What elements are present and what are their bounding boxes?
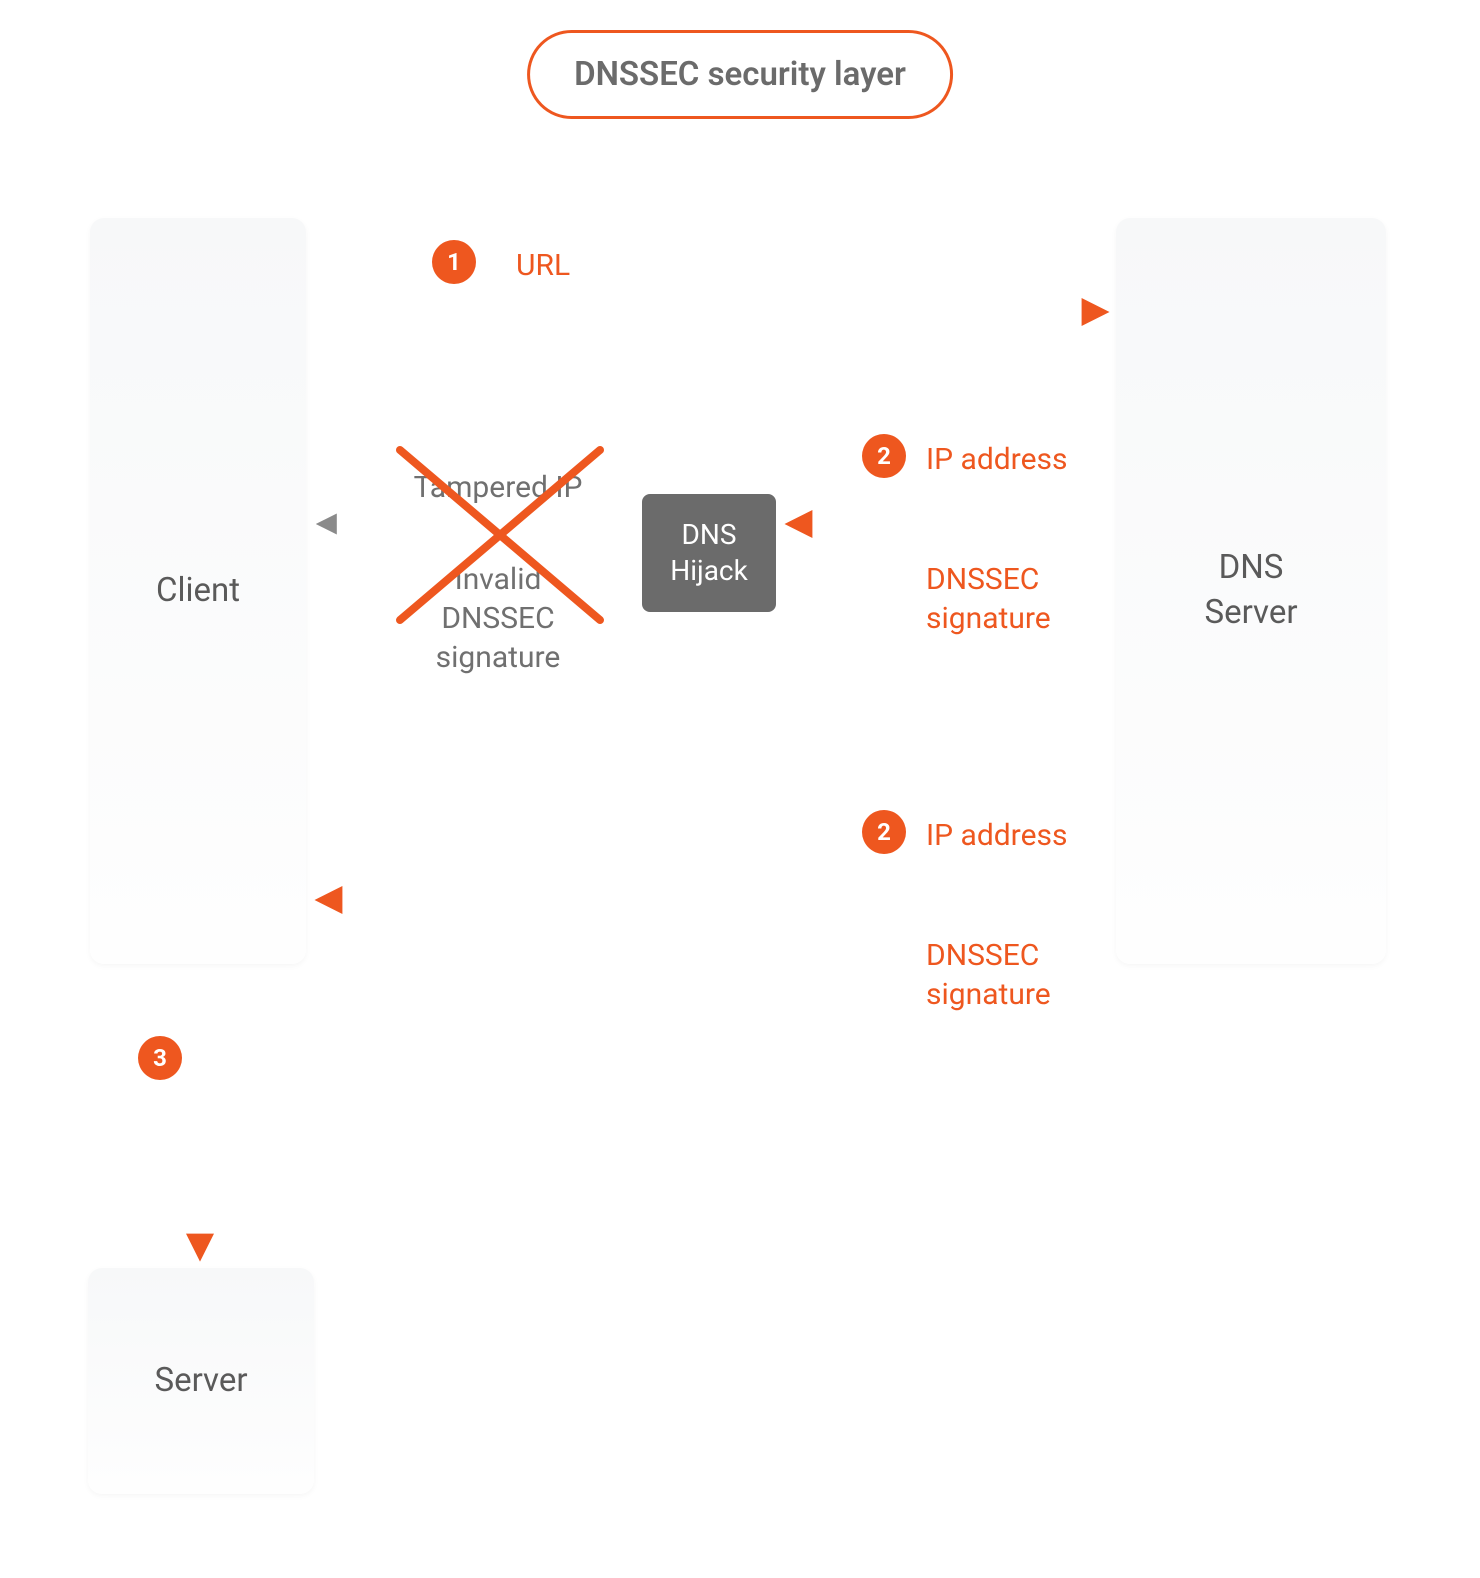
diagram-canvas: DNSSEC security layer Client DNS Server … <box>0 0 1480 1578</box>
label-dnssec-signature-2: DNSSEC signature <box>926 936 1051 1014</box>
label-url: URL <box>516 246 570 285</box>
node-dns-server-label: DNS Server <box>1204 546 1297 635</box>
step-badge-2b: 2 <box>862 810 906 854</box>
node-server: Server <box>88 1268 314 1494</box>
node-dns-hijack: DNS Hijack <box>642 494 776 612</box>
label-ip-address-2: IP address <box>926 816 1067 855</box>
label-dnssec-signature-1: DNSSEC signature <box>926 560 1051 638</box>
label-tampered-ip: Tampered IP <box>388 468 608 507</box>
label-invalid-dnssec-signature: Invalid DNSSEC signature <box>398 560 598 677</box>
step-badge-1: 1 <box>432 240 476 284</box>
step-badge-2a: 2 <box>862 434 906 478</box>
node-client-label: Client <box>156 569 240 614</box>
node-server-label: Server <box>154 1359 247 1404</box>
label-ip-address-1: IP address <box>926 440 1067 479</box>
node-dns-hijack-label: DNS Hijack <box>670 517 748 590</box>
diagram-title: DNSSEC security layer <box>527 30 953 119</box>
node-dns-server: DNS Server <box>1116 218 1386 964</box>
step-badge-3: 3 <box>138 1036 182 1080</box>
node-client: Client <box>90 218 306 964</box>
